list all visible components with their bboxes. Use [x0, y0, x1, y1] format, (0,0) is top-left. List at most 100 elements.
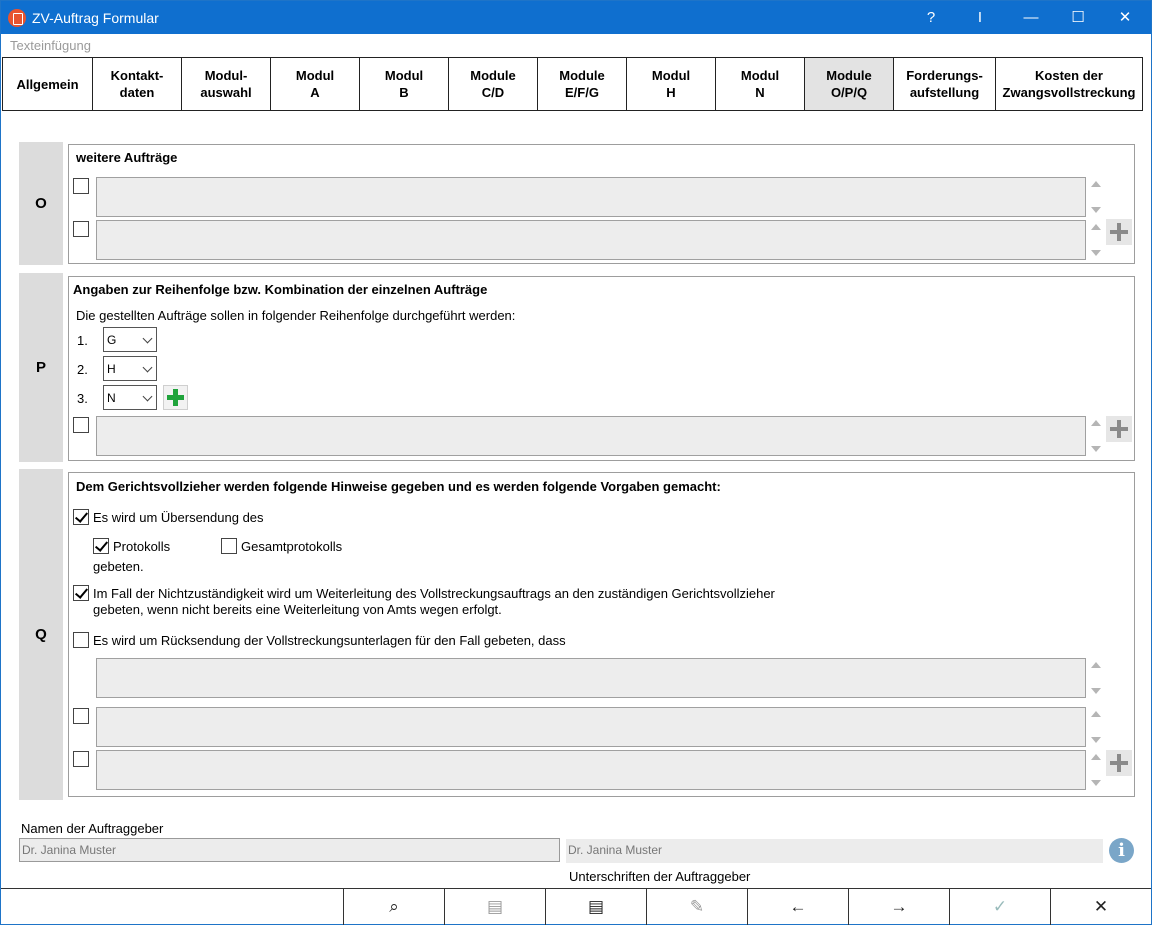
checkbox-protokolls[interactable]	[93, 538, 109, 554]
scroll-down-icon[interactable]	[1091, 207, 1101, 213]
search-button[interactable]: ⌕	[343, 889, 444, 925]
tab-kontaktdaten[interactable]: Kontakt- daten	[93, 57, 182, 111]
clipboard-button-2[interactable]: ▤	[545, 889, 646, 925]
scrollbar[interactable]	[1088, 220, 1104, 260]
order-select-1[interactable]: G	[103, 327, 157, 352]
uebersendung-label: Es wird um Übersendung des	[93, 510, 264, 525]
chevron-down-icon	[142, 391, 153, 402]
name-field[interactable]: Dr. Janina Muster	[19, 838, 560, 862]
checkbox-weiterleitung[interactable]	[73, 585, 89, 601]
order-num-1: 1.	[77, 333, 88, 348]
tab-modul-h[interactable]: Modul H	[627, 57, 716, 111]
tab-allgemein[interactable]: Allgemein	[2, 57, 93, 111]
textarea-o-1[interactable]	[96, 177, 1086, 217]
close-button[interactable]: ✕	[1101, 1, 1149, 34]
cursor-icon: I	[977, 9, 983, 26]
order-value: N	[107, 391, 116, 405]
scrollbar[interactable]	[1088, 658, 1104, 698]
gebeten-label: gebeten.	[93, 559, 144, 574]
checkbox-p-1[interactable]	[73, 417, 89, 433]
chevron-down-icon	[142, 362, 153, 373]
checkbox-gesamtprotokolls[interactable]	[221, 538, 237, 554]
order-num-2: 2.	[77, 362, 88, 377]
clipboard-icon: ▤	[587, 897, 605, 916]
arrow-left-icon: ←	[789, 897, 807, 916]
tab-kosten[interactable]: Kosten der Zwangsvollstreckung	[996, 57, 1143, 111]
section-o-label: O	[19, 142, 63, 265]
scrollbar[interactable]	[1088, 750, 1104, 790]
clipboard-button-1[interactable]: ▤	[444, 889, 545, 925]
checkbox-o-1[interactable]	[73, 178, 89, 194]
minimize-button[interactable]: —	[1007, 1, 1055, 34]
scroll-up-icon[interactable]	[1091, 711, 1101, 717]
app-icon	[8, 9, 26, 27]
scroll-down-icon[interactable]	[1091, 737, 1101, 743]
checkbox-q-2[interactable]	[73, 751, 89, 767]
section-q-title: Dem Gerichtsvollzieher werden folgende H…	[76, 479, 721, 494]
checkbox-q-1[interactable]	[73, 708, 89, 724]
tab-forderungsaufstellung[interactable]: Forderungs- aufstellung	[894, 57, 996, 111]
scroll-down-icon[interactable]	[1091, 780, 1101, 786]
search-icon: ⌕	[389, 897, 399, 916]
add-row-p-icon[interactable]	[1106, 416, 1132, 442]
signature-field[interactable]: Dr. Janina Muster	[566, 839, 1103, 863]
scrollbar[interactable]	[1088, 416, 1104, 456]
cancel-button[interactable]: ✕	[1050, 889, 1151, 925]
order-num-3: 3.	[77, 391, 88, 406]
textarea-q-2[interactable]	[96, 750, 1086, 790]
checkbox-ruecksendung[interactable]	[73, 632, 89, 648]
section-q-label: Q	[19, 469, 63, 800]
ok-button[interactable]: ✓	[949, 889, 1050, 925]
add-row-o-icon[interactable]	[1106, 219, 1132, 245]
tab-modulauswahl[interactable]: Modul- auswahl	[182, 57, 271, 111]
edit-button[interactable]: ✎	[646, 889, 747, 925]
textarea-p-1[interactable]	[96, 416, 1086, 456]
scrollbar[interactable]	[1088, 707, 1104, 747]
tab-module-efg[interactable]: Module E/F/G	[538, 57, 627, 111]
clipboard-icon: ▤	[486, 897, 504, 916]
title-bar: ZV-Auftrag Formular ? I — ☐ ✕	[1, 1, 1151, 34]
forward-button[interactable]: →	[848, 889, 949, 925]
chevron-down-icon	[142, 333, 153, 344]
tab-module-cd[interactable]: Module C/D	[449, 57, 538, 111]
textarea-q-1[interactable]	[96, 707, 1086, 747]
tab-modul-a[interactable]: Modul A	[271, 57, 360, 111]
window-title: ZV-Auftrag Formular	[32, 10, 159, 26]
check-icon: ✓	[992, 897, 1008, 916]
tab-modul-b[interactable]: Modul B	[360, 57, 449, 111]
arrow-right-icon: →	[890, 897, 908, 916]
order-value: G	[107, 333, 117, 347]
info-icon[interactable]: i	[1109, 838, 1134, 863]
help-button[interactable]: ?	[907, 1, 955, 34]
order-select-3[interactable]: N	[103, 385, 157, 410]
scroll-down-icon[interactable]	[1091, 446, 1101, 452]
edit-icon: ✎	[689, 897, 705, 916]
back-button[interactable]: ←	[747, 889, 848, 925]
order-value: H	[107, 362, 116, 376]
scroll-up-icon[interactable]	[1091, 662, 1101, 668]
checkbox-uebersendung[interactable]	[73, 509, 89, 525]
textarea-q-ruecksendung[interactable]	[96, 658, 1086, 698]
order-select-2[interactable]: H	[103, 356, 157, 381]
tab-module-opq[interactable]: Module O/P/Q	[805, 57, 894, 111]
scroll-up-icon[interactable]	[1091, 224, 1101, 230]
add-order-icon[interactable]	[163, 385, 188, 410]
scroll-up-icon[interactable]	[1091, 754, 1101, 760]
textarea-o-2[interactable]	[96, 220, 1086, 260]
texteinfuegung-label[interactable]: Texteinfügung	[10, 38, 91, 53]
ruecksendung-label: Es wird um Rücksendung der Vollstreckung…	[93, 633, 566, 648]
checkbox-o-2[interactable]	[73, 221, 89, 237]
gesamtprotokolls-label: Gesamtprotokolls	[241, 539, 343, 554]
tab-modul-n[interactable]: Modul N	[716, 57, 805, 111]
scroll-down-icon[interactable]	[1091, 250, 1101, 256]
signatures-label: Unterschriften der Auftraggeber	[569, 869, 751, 884]
scroll-down-icon[interactable]	[1091, 688, 1101, 694]
names-label: Namen der Auftraggeber	[21, 821, 164, 836]
bottom-toolbar: ⌕ ▤ ▤ ✎ ← → ✓ ✕	[1, 888, 1151, 925]
scrollbar[interactable]	[1088, 177, 1104, 217]
maximize-button[interactable]: ☐	[1054, 1, 1102, 34]
add-row-q-icon[interactable]	[1106, 750, 1132, 776]
protokolls-label: Protokolls	[113, 539, 171, 554]
scroll-up-icon[interactable]	[1091, 181, 1101, 187]
scroll-up-icon[interactable]	[1091, 420, 1101, 426]
